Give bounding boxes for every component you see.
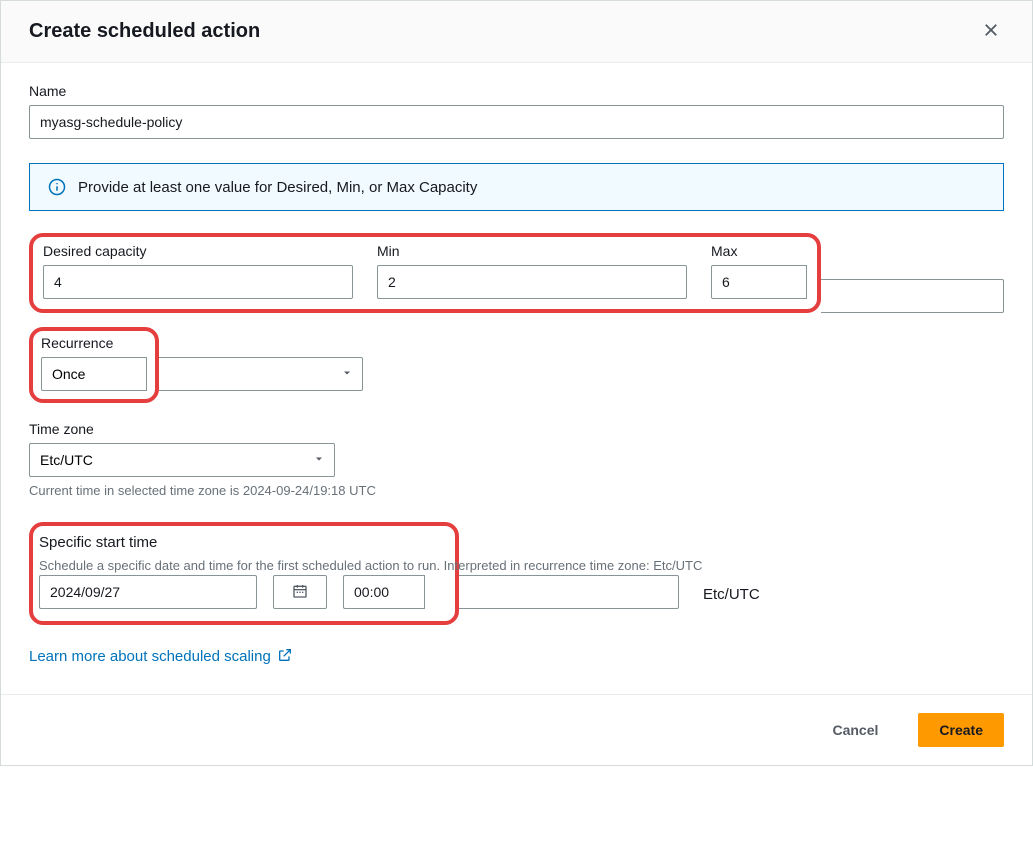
time-suffix-field[interactable] [459,575,679,609]
close-button[interactable] [978,17,1004,46]
cancel-button[interactable]: Cancel [812,713,898,747]
start-date-input[interactable] [39,575,257,609]
start-time-input[interactable] [343,575,425,609]
max-trailing-field[interactable] [821,279,1004,313]
modal-body: Name Provide at least one value for Desi… [1,63,1032,694]
learn-more-link[interactable]: Learn more about scheduled scaling [29,648,271,665]
close-icon [982,27,1000,42]
info-icon [48,178,66,196]
create-button[interactable]: Create [918,713,1004,747]
timezone-select[interactable] [29,443,335,477]
desired-capacity-input[interactable] [43,265,353,299]
start-time-helper: Schedule a specific date and time for th… [39,558,702,573]
name-input[interactable] [29,105,1004,139]
modal-header: Create scheduled action [1,1,1032,63]
create-scheduled-action-modal: Create scheduled action Name Provide at … [0,0,1033,766]
max-capacity-label: Max [711,243,807,259]
max-capacity-input[interactable] [711,265,807,299]
recurrence-label: Recurrence [41,335,147,351]
start-time-highlight: Specific start time Schedule a specific … [29,522,459,625]
modal-title: Create scheduled action [29,20,260,43]
recurrence-select-ext[interactable] [159,357,363,391]
calendar-button[interactable] [273,575,327,609]
start-time-label: Specific start time [39,534,445,551]
recurrence-select[interactable] [41,357,147,391]
recurrence-highlight: Recurrence [29,327,159,403]
timezone-helper: Current time in selected time zone is 20… [29,483,1004,498]
info-text: Provide at least one value for Desired, … [78,179,477,196]
modal-footer: Cancel Create [1,694,1032,765]
external-link-icon [277,647,293,666]
capacity-highlight: Desired capacity Min Max [29,233,821,313]
name-label: Name [29,83,1004,99]
min-capacity-input[interactable] [377,265,687,299]
min-capacity-label: Min [377,243,687,259]
start-time-tz-readout: Etc/UTC [703,586,760,603]
calendar-icon [292,583,308,602]
timezone-label: Time zone [29,421,1004,437]
desired-capacity-label: Desired capacity [43,243,353,259]
info-banner: Provide at least one value for Desired, … [29,163,1004,211]
